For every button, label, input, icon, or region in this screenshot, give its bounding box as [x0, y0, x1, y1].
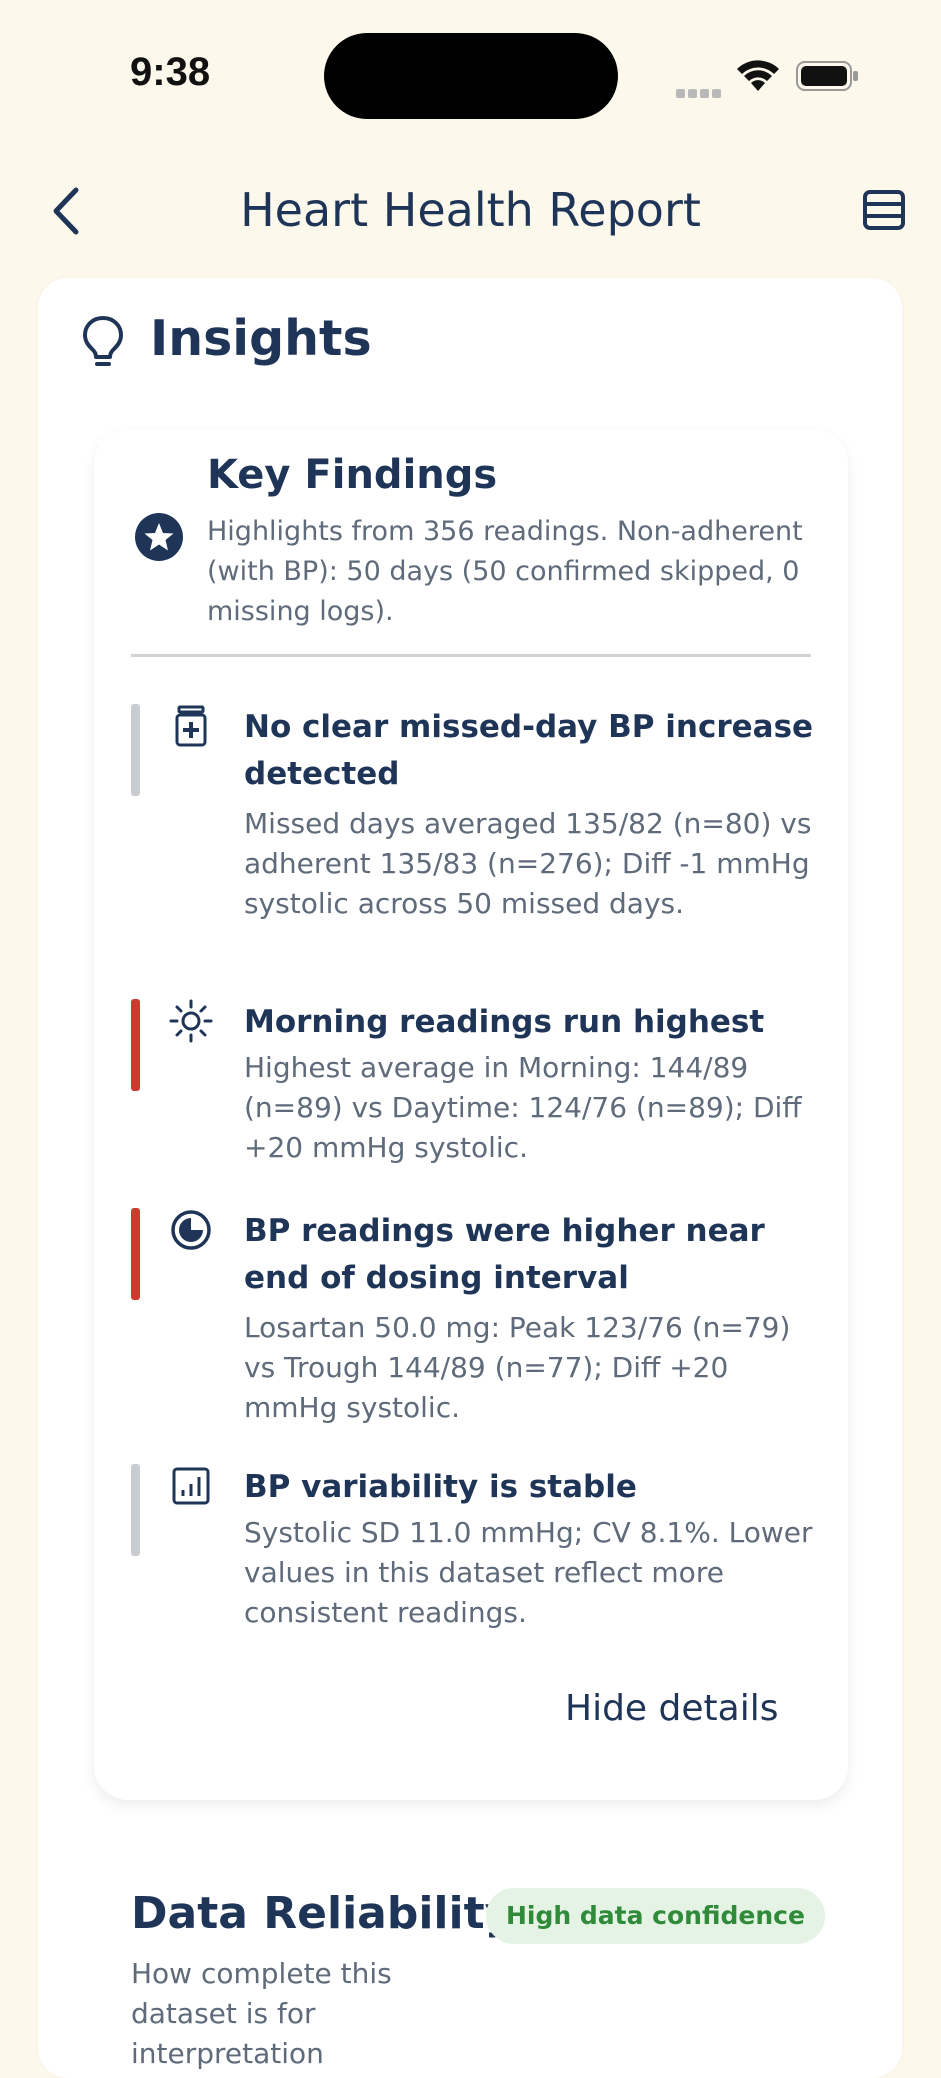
hide-details-button[interactable]: Hide details	[565, 1688, 778, 1729]
insights-title: Insights	[150, 310, 372, 367]
finding-body: Missed days averaged 135/82 (n=80) vs ad…	[244, 807, 812, 920]
finding-body: Losartan 50.0 mg: Peak 123/76 (n=79) vs …	[244, 1311, 791, 1424]
key-findings-summary: Highlights from 356 readings. Non-adhere…	[207, 516, 803, 627]
page-title: Heart Health Report	[240, 183, 701, 237]
report-menu-button[interactable]	[862, 188, 906, 232]
data-reliability-title: Data Reliability	[131, 1888, 514, 1939]
star-icon	[135, 513, 183, 561]
finding-title: No clear missed-day BP increase detected	[244, 709, 814, 792]
finding-title: BP readings were higher near end of dosi…	[244, 1213, 765, 1296]
finding-title: BP variability is stable	[244, 1469, 637, 1505]
confidence-badge: High data confidence	[486, 1888, 825, 1944]
finding-accent-bar	[131, 1208, 140, 1300]
dynamic-island	[324, 33, 618, 119]
finding-body: Highest average in Morning: 144/89 (n=89…	[244, 1051, 802, 1164]
finding-accent-bar	[131, 999, 140, 1091]
cellular-signal-icon	[676, 83, 724, 102]
finding-body: Systolic SD 11.0 mmHg; CV 8.1%. Lower va…	[244, 1516, 813, 1629]
sun-icon	[169, 999, 213, 1043]
wifi-icon	[737, 60, 779, 91]
data-reliability-subtitle: How complete this dataset is for interpr…	[131, 1957, 392, 2070]
finding-title: Morning readings run highest	[244, 1004, 765, 1040]
pill-bottle-icon	[175, 705, 207, 747]
battery-icon	[796, 61, 858, 91]
key-findings-title: Key Findings	[207, 452, 498, 498]
finding-accent-bar	[131, 1464, 140, 1556]
divider	[131, 654, 811, 657]
half-moon-icon	[171, 1210, 211, 1250]
status-time: 9:38	[130, 50, 211, 94]
finding-accent-bar	[131, 704, 140, 796]
bar-chart-icon	[172, 1467, 210, 1505]
lightbulb-icon	[83, 316, 123, 366]
